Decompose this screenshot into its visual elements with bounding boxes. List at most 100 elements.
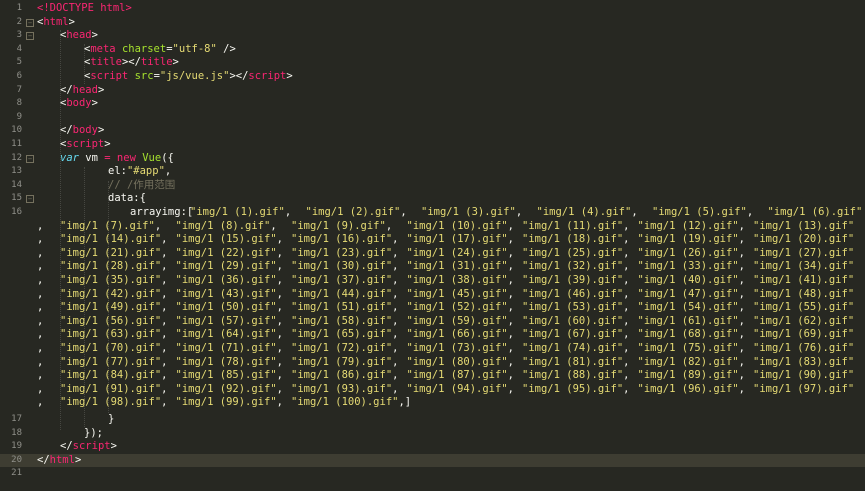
array-item: "img/1 (52).gif",	[406, 301, 514, 314]
code-text: <head>	[60, 29, 98, 42]
code-line-18[interactable]: 18 });	[0, 427, 865, 441]
comment: // /作用范围	[108, 178, 176, 191]
array-item: "img/1 (53).gif",	[522, 301, 630, 314]
array-item: "img/1 (44).gif",	[291, 287, 399, 300]
array-item: "img/1 (21).gif",	[60, 246, 168, 259]
array-item: "img/1 (58).gif",	[291, 314, 399, 327]
array-item: "img/1 (80).gif",	[406, 355, 514, 368]
code-line-13[interactable]: 13 el:"#app",	[0, 165, 865, 179]
array-item: "img/1 (10).gif",	[406, 219, 514, 232]
array-item: "img/1 (84).gif",	[60, 369, 168, 382]
array-wrap-line: , "img/1 (28).gif", "img/1 (29).gif", "img/…	[0, 260, 865, 274]
code-line-10[interactable]: 10 </body>	[0, 124, 865, 138]
code-line-19[interactable]: 19 </script>	[0, 440, 865, 454]
code-line-5[interactable]: 5 <title></title>	[0, 56, 865, 70]
code-line-15[interactable]: 15 − data:{	[0, 192, 865, 206]
code-line-11[interactable]: 11 <script>	[0, 138, 865, 152]
line-number: 18	[11, 427, 22, 438]
array-item: "img/1 (81).gif",	[522, 355, 630, 368]
array-item: "img/1 (96).gif",	[637, 382, 745, 395]
array-item: "img/1 (47).gif",	[637, 287, 745, 300]
array-item: "img/1 (11).gif",	[522, 219, 630, 232]
array-item: "img/1 (46).gif",	[522, 287, 630, 300]
code-line-2[interactable]: 2 − <html>	[0, 16, 865, 30]
array-wrap-line: , "img/1 (56).gif", "img/1 (57).gif", "img/…	[0, 315, 865, 329]
array-wrap-line: , "img/1 (77).gif", "img/1 (78).gif", "img/…	[0, 356, 865, 370]
code-line-1[interactable]: 1 <!DOCTYPE html>	[0, 2, 865, 16]
array-item: "img/1 (36).gif",	[175, 274, 283, 286]
fold-toggle-icon[interactable]: −	[26, 195, 34, 204]
code-line-12[interactable]: 12 − var vm = new Vue({	[0, 152, 865, 166]
code-line-9[interactable]: 9	[0, 111, 865, 125]
leading-comma: ,	[37, 287, 44, 300]
array-item: "img/1 (37).gif",	[291, 274, 399, 286]
array-item: "img/1 (14).gif",	[60, 233, 168, 246]
array-item: "img/1 (95).gif",	[522, 382, 630, 395]
array-item: "img/1 (20).gif"	[753, 233, 855, 246]
array-item: "img/1 (68).gif",	[637, 328, 745, 341]
array-item: "img/1 (34).gif"	[753, 260, 855, 273]
code-text: <script src="js/vue.js"></script>	[84, 70, 293, 82]
leading-comma: ,	[37, 301, 44, 314]
array-item: "img/1 (38).gif",	[406, 274, 514, 286]
array-item: "img/1 (12).gif",	[637, 219, 745, 232]
array-wrap-line: , "img/1 (63).gif", "img/1 (64).gif", "img/…	[0, 328, 865, 342]
array-item: "img/1 (28).gif",	[60, 260, 168, 273]
fold-toggle-icon[interactable]: −	[26, 18, 34, 27]
code-line-3[interactable]: 3 − <head>	[0, 29, 865, 43]
line-number: 1	[16, 3, 22, 13]
code-line-8[interactable]: 8 <body>	[0, 97, 865, 111]
array-item: "img/1 (94).gif",	[406, 382, 514, 395]
array-item: "img/1 (93).gif",	[291, 382, 399, 395]
code-text: <title></title>	[84, 56, 179, 69]
array-item: "img/1 (51).gif",	[291, 301, 399, 314]
code-editor[interactable]: 1 <!DOCTYPE html> 2 − <html> 3 − <head> …	[0, 0, 865, 491]
code-line-14[interactable]: 14 // /作用范围	[0, 179, 865, 193]
code-text: </html>	[37, 453, 82, 466]
leading-comma: ,	[37, 233, 44, 246]
array-item: "img/1 (71).gif",	[175, 342, 283, 354]
line-number: 8	[16, 98, 22, 109]
fold-toggle-icon[interactable]: −	[26, 32, 34, 41]
array-wrap-line: , "img/1 (84).gif", "img/1 (85).gif", "img/…	[0, 369, 865, 383]
array-item: "img/1 (77).gif",	[60, 355, 168, 368]
array-wrap-line: , "img/1 (49).gif", "img/1 (50).gif", "img/…	[0, 301, 865, 315]
code-line-7[interactable]: 7 </head>	[0, 84, 865, 98]
leading-comma: ,	[37, 396, 44, 409]
array-item: "img/1 (69).gif"	[753, 328, 855, 341]
code-text: var vm = new Vue({	[60, 151, 174, 164]
array-item: "img/1 (98).gif",	[60, 396, 168, 409]
code-line-6[interactable]: 6 <script src="js/vue.js"></script>	[0, 70, 865, 84]
array-item: "img/1 (42).gif",	[60, 287, 168, 300]
array-item: "img/1 (25).gif",	[522, 246, 630, 259]
array-item: "img/1 (4).gif",	[536, 206, 638, 218]
array-item: "img/1 (66).gif",	[406, 328, 514, 341]
line-number: 7	[16, 84, 22, 95]
attribute-name: charset	[121, 42, 167, 55]
array-item: "img/1 (30).gif",	[291, 260, 399, 273]
array-item: "img/1 (48).gif"	[753, 287, 855, 300]
array-item: "img/1 (40).gif",	[637, 274, 745, 286]
leading-comma: ,	[37, 246, 44, 259]
array-item: "img/1 (67).gif",	[522, 328, 630, 341]
array-item: "img/1 (32).gif",	[522, 260, 630, 273]
array-item: "img/1 (97).gif"	[753, 382, 855, 395]
array-item: "img/1 (54).gif",	[637, 301, 745, 314]
code-text: el:"#app",	[108, 165, 172, 178]
array-item: "img/1 (24).gif",	[406, 246, 514, 259]
code-line-4[interactable]: 4 <meta charset="utf-8" />	[0, 43, 865, 57]
code-line-17[interactable]: 17 }	[0, 413, 865, 427]
code-line-21[interactable]: 21	[0, 467, 865, 481]
fold-toggle-icon[interactable]: −	[26, 154, 34, 163]
line-number: 14	[11, 179, 22, 190]
line-number: 6	[16, 71, 22, 81]
array-item: "img/1 (1).gif",	[190, 206, 292, 218]
code-line-20-active[interactable]: 20 </html>	[0, 453, 865, 468]
array-item: "img/1 (85).gif",	[175, 369, 283, 382]
array-wrap-line: , "img/1 (7).gif", "img/1 (8).gif", "img/1 …	[0, 220, 865, 234]
array-item: "img/1 (50).gif",	[175, 301, 283, 314]
tag-name: html	[43, 15, 69, 28]
array-item: "img/1 (29).gif",	[175, 260, 283, 273]
doctype: <!DOCTYPE html>	[37, 2, 132, 14]
array-item: "img/1 (65).gif",	[291, 328, 399, 341]
